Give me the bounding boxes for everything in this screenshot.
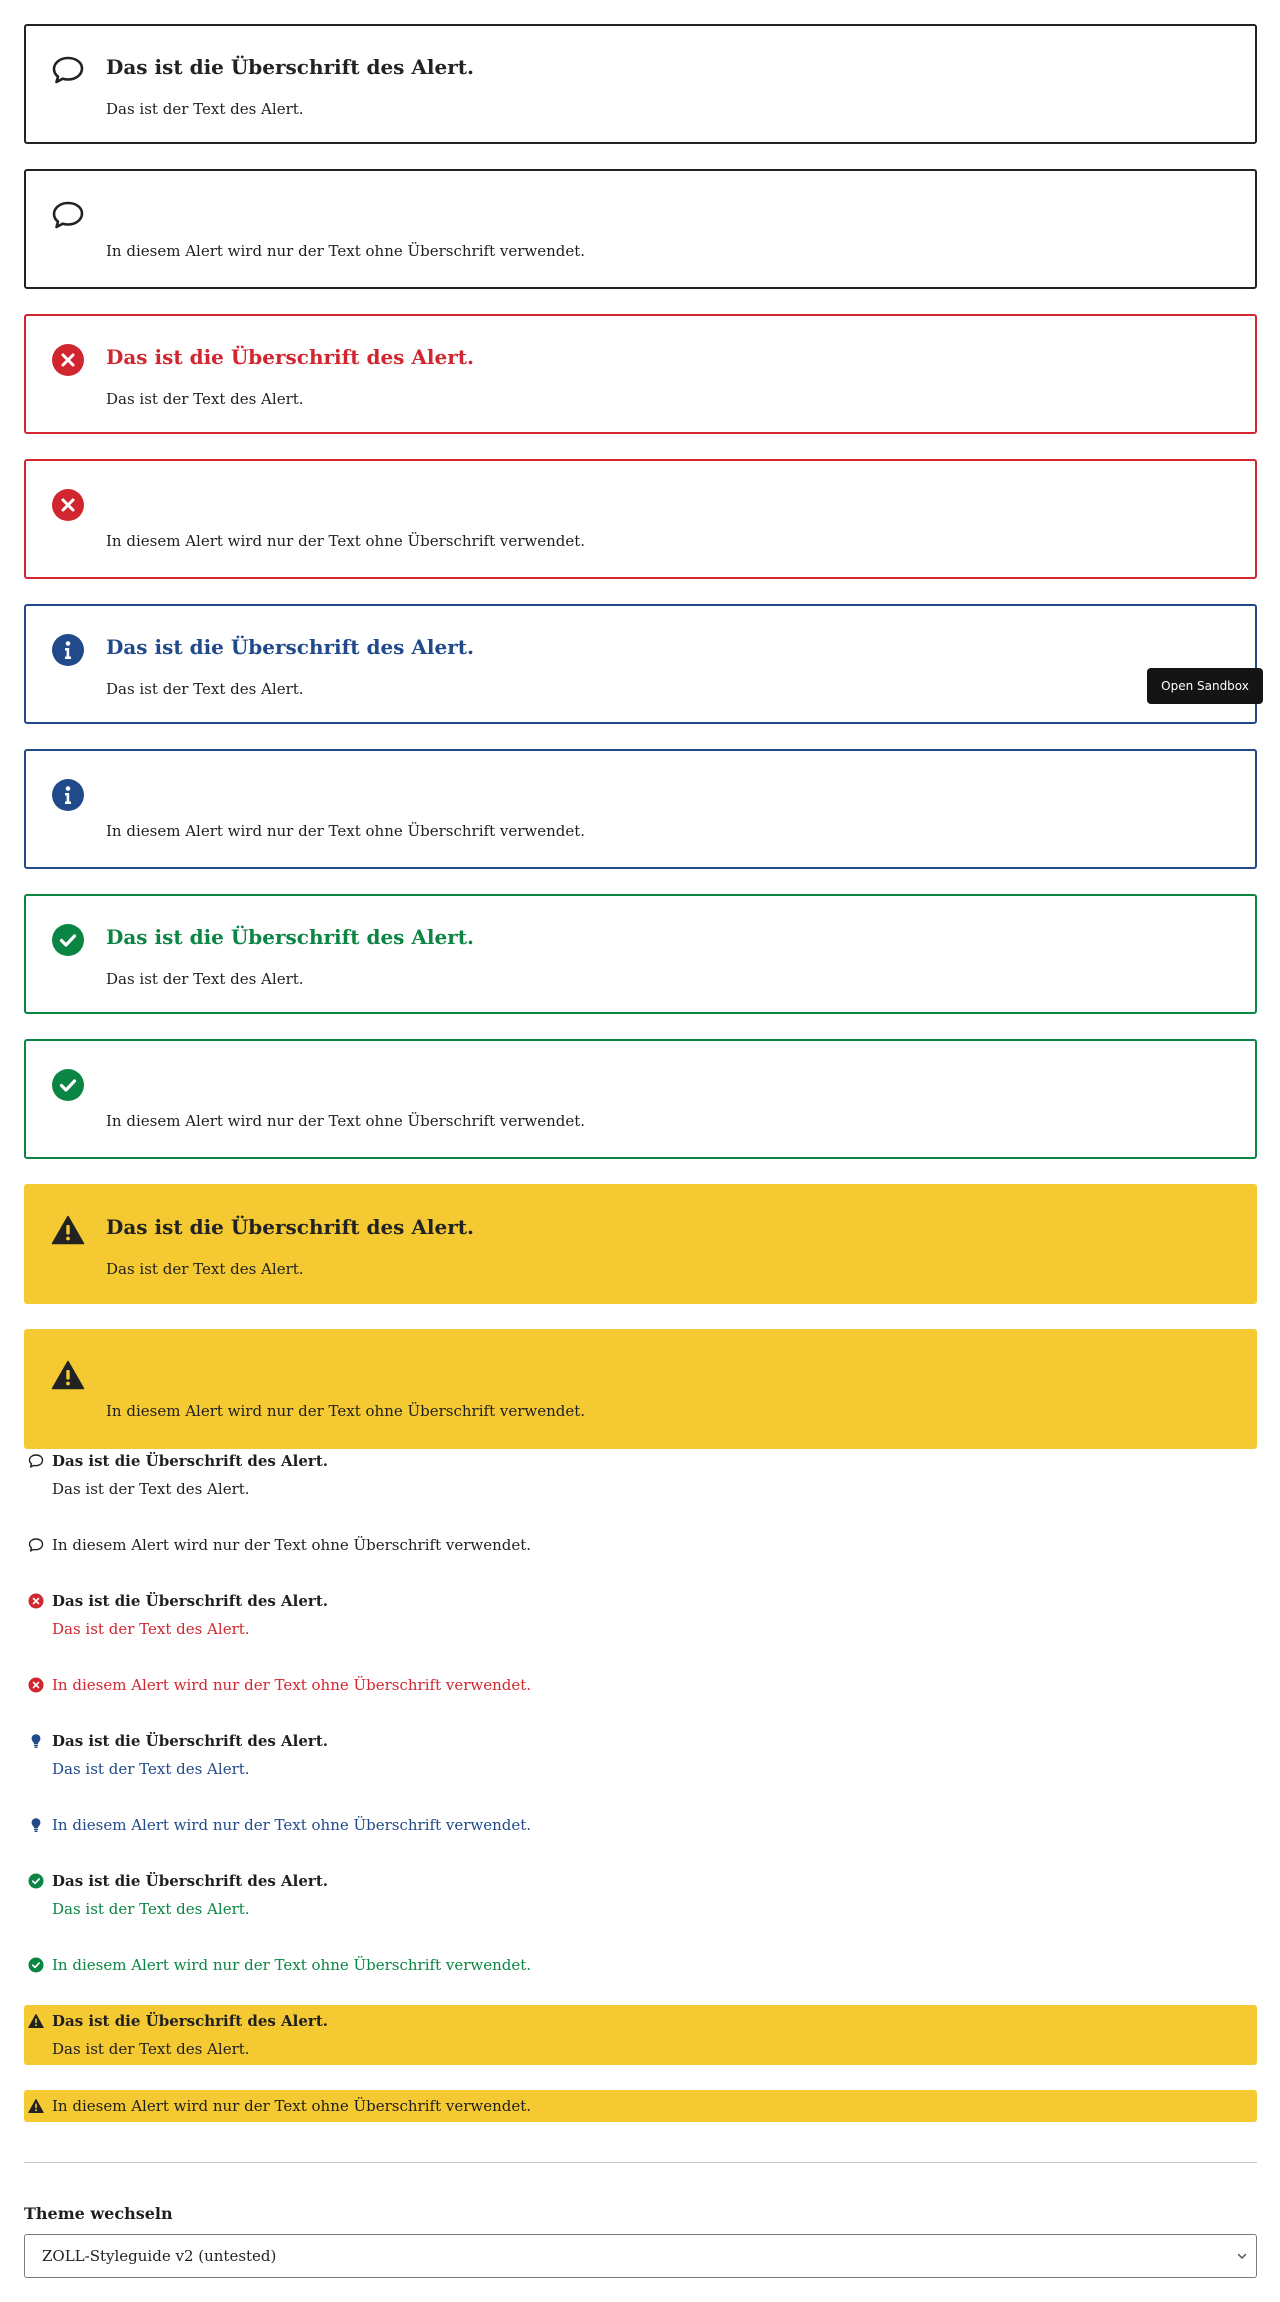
alert-list: Das ist die Überschrift des Alert. Das i… <box>24 24 1257 1474</box>
alert-error: Das ist die Überschrift des Alert. Das i… <box>24 314 1257 434</box>
error-circle-icon <box>28 1677 44 1693</box>
warning-triangle-icon <box>51 1360 85 1390</box>
alert-text: In diesem Alert wird nur der Text ohne Ü… <box>106 1402 586 1420</box>
alert-warning-text-only: In diesem Alert wird nur der Text ohne Ü… <box>24 1329 1257 1449</box>
alert-text: Das ist der Text des Alert. <box>106 390 304 408</box>
open-sandbox-button[interactable]: Open Sandbox <box>1147 668 1263 704</box>
alert-text: In diesem Alert wird nur der Text ohne Ü… <box>106 822 586 840</box>
small-alert-text: In diesem Alert wird nur der Text ohne Ü… <box>52 2097 532 2115</box>
small-alert-title: Das ist die Überschrift des Alert. <box>52 2012 328 2030</box>
small-alert-text: Das ist der Text des Alert. <box>52 1620 250 1638</box>
small-alert-info-text-only: In diesem Alert wird nur der Text ohne Ü… <box>24 1814 1257 1836</box>
small-alert-warning-text-only: In diesem Alert wird nur der Text ohne Ü… <box>24 2090 1257 2122</box>
speech-bubble-icon <box>28 1454 44 1468</box>
small-alert-error: Das ist die Überschrift des Alert. Das i… <box>24 1590 1257 1642</box>
theme-switch-label: Theme wechseln <box>24 2204 173 2223</box>
small-alert-neutral-text-only: In diesem Alert wird nur der Text ohne Ü… <box>24 1534 1257 1556</box>
error-circle-icon <box>28 1593 44 1609</box>
small-alert-title: Das ist die Überschrift des Alert. <box>52 1872 328 1890</box>
small-alert-title: Das ist die Überschrift des Alert. <box>52 1732 328 1750</box>
small-alert-error-text-only: In diesem Alert wird nur der Text ohne Ü… <box>24 1674 1257 1696</box>
small-alert-text: In diesem Alert wird nur der Text ohne Ü… <box>52 1676 532 1694</box>
section-divider <box>24 2162 1257 2163</box>
alert-warning: Das ist die Überschrift des Alert. Das i… <box>24 1184 1257 1304</box>
small-alert-title: Das ist die Überschrift des Alert. <box>52 1452 328 1470</box>
alert-title: Das ist die Überschrift des Alert. <box>106 1215 474 1239</box>
theme-select[interactable]: ZOLL-Styleguide v2 (untested) <box>24 2234 1257 2278</box>
speech-bubble-icon <box>52 56 84 84</box>
speech-bubble-icon <box>52 201 84 229</box>
alert-text: Das ist der Text des Alert. <box>106 1260 304 1278</box>
small-alert-text: Das ist der Text des Alert. <box>52 1480 250 1498</box>
small-alert-text: In diesem Alert wird nur der Text ohne Ü… <box>52 1536 532 1554</box>
alert-info: Das ist die Überschrift des Alert. Das i… <box>24 604 1257 724</box>
small-alert-warning: Das ist die Überschrift des Alert. Das i… <box>24 2005 1257 2065</box>
small-alert-text: Das ist der Text des Alert. <box>52 2040 250 2058</box>
small-alert-text: Das ist der Text des Alert. <box>52 1760 250 1778</box>
small-alert-success-text-only: In diesem Alert wird nur der Text ohne Ü… <box>24 1954 1257 1976</box>
warning-triangle-icon <box>51 1215 85 1245</box>
info-circle-icon <box>52 634 84 666</box>
small-alert-text: In diesem Alert wird nur der Text ohne Ü… <box>52 1816 532 1834</box>
alert-title: Das ist die Überschrift des Alert. <box>106 345 474 369</box>
alert-neutral: Das ist die Überschrift des Alert. Das i… <box>24 24 1257 144</box>
alert-info-text-only: In diesem Alert wird nur der Text ohne Ü… <box>24 749 1257 869</box>
alert-success: Das ist die Überschrift des Alert. Das i… <box>24 894 1257 1014</box>
check-circle-icon <box>28 1957 44 1973</box>
theme-select-value: ZOLL-Styleguide v2 (untested) <box>42 2247 277 2265</box>
speech-bubble-icon <box>28 1538 44 1552</box>
small-alert-text: Das ist der Text des Alert. <box>52 1900 250 1918</box>
check-circle-icon <box>52 924 84 956</box>
alert-text: In diesem Alert wird nur der Text ohne Ü… <box>106 1112 586 1130</box>
small-alert-title: Das ist die Überschrift des Alert. <box>52 1592 328 1610</box>
check-circle-icon <box>28 1873 44 1889</box>
error-circle-icon <box>52 344 84 376</box>
small-alert-info: Das ist die Überschrift des Alert. Das i… <box>24 1730 1257 1782</box>
alert-text: Das ist der Text des Alert. <box>106 970 304 988</box>
alert-title: Das ist die Überschrift des Alert. <box>106 925 474 949</box>
alert-text: Das ist der Text des Alert. <box>106 100 304 118</box>
lightbulb-icon <box>31 1734 41 1748</box>
info-circle-icon <box>52 779 84 811</box>
error-circle-icon <box>52 489 84 521</box>
alert-text: In diesem Alert wird nur der Text ohne Ü… <box>106 242 586 260</box>
alert-error-text-only: In diesem Alert wird nur der Text ohne Ü… <box>24 459 1257 579</box>
chevron-down-icon <box>1237 2253 1247 2259</box>
warning-triangle-icon <box>28 2014 44 2028</box>
alert-title: Das ist die Überschrift des Alert. <box>106 635 474 659</box>
lightbulb-icon <box>31 1818 41 1832</box>
warning-triangle-icon <box>28 2099 44 2113</box>
alert-text: In diesem Alert wird nur der Text ohne Ü… <box>106 532 586 550</box>
alert-text: Das ist der Text des Alert. <box>106 680 304 698</box>
alert-title: Das ist die Überschrift des Alert. <box>106 55 474 79</box>
check-circle-icon <box>52 1069 84 1101</box>
small-alert-text: In diesem Alert wird nur der Text ohne Ü… <box>52 1956 532 1974</box>
small-alert-neutral: Das ist die Überschrift des Alert. Das i… <box>24 1450 1257 1502</box>
alert-success-text-only: In diesem Alert wird nur der Text ohne Ü… <box>24 1039 1257 1159</box>
small-alert-success: Das ist die Überschrift des Alert. Das i… <box>24 1870 1257 1922</box>
alert-neutral-text-only: In diesem Alert wird nur der Text ohne Ü… <box>24 169 1257 289</box>
